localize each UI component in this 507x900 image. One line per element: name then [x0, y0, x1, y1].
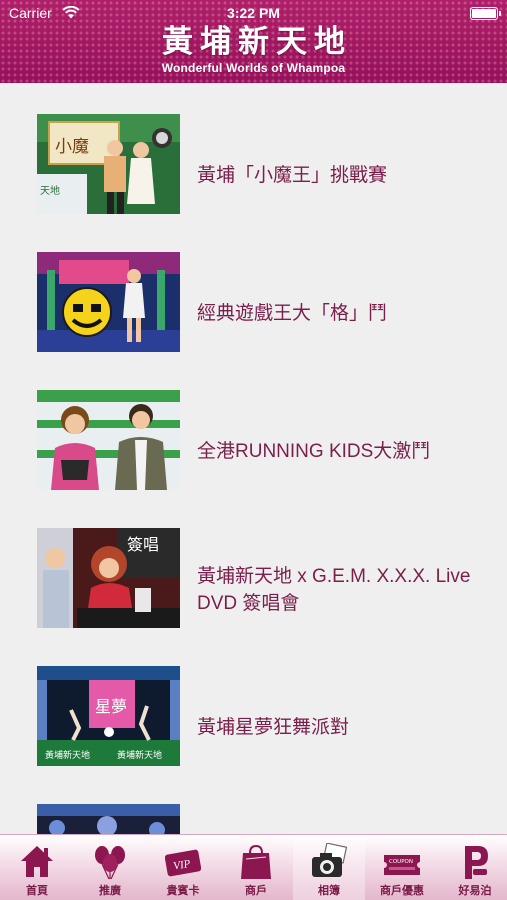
- event-list[interactable]: 小魔 天地 黃埔「小魔王」挑戰賽 經典遊戲王大「格」鬥 全港RUNNING KI…: [0, 83, 507, 834]
- coupon-icon: COUPON: [384, 855, 420, 875]
- battery-icon: [470, 7, 501, 20]
- home-icon: [21, 846, 53, 877]
- tab-label: 好易泊: [458, 885, 492, 897]
- event-item[interactable]: 經典遊戲王大「格」鬥: [0, 221, 507, 359]
- tab-bar: 首頁 推廣 VIP 貴賓卡 商戶 相簿 COUPON 商戶優惠 好易泊: [0, 834, 507, 900]
- tab-label: 商戶: [245, 885, 267, 897]
- tab-vip-card[interactable]: VIP 貴賓卡: [147, 835, 219, 900]
- tab-label: 首頁: [26, 885, 48, 897]
- event-title[interactable]: 全港RUNNING KIDS大激鬥: [197, 438, 487, 465]
- event-thumbnail[interactable]: [37, 252, 180, 352]
- svg-text:簽唱: 簽唱: [127, 535, 159, 554]
- event-item[interactable]: 小魔 天地 黃埔「小魔王」挑戰賽: [0, 83, 507, 221]
- event-item[interactable]: 星夢 黃埔新天地 黃埔新天地 黃埔星夢狂舞派對: [0, 635, 507, 773]
- shopping-bag-icon: [241, 844, 271, 879]
- svg-text:黃埔新天地: 黃埔新天地: [117, 749, 162, 761]
- brand-title: 黃埔新天地: [162, 24, 352, 60]
- tab-album[interactable]: 相簿: [293, 835, 365, 900]
- vip-card-icon: VIP: [165, 849, 201, 877]
- svg-text:小魔: 小魔: [55, 137, 89, 157]
- app-screen: Carrier 3:22 PM 黃埔新天地 Wonderful Worlds o…: [0, 0, 507, 900]
- brand-subtitle: Wonderful Worlds of Whampoa: [161, 61, 346, 75]
- event-thumbnail[interactable]: 星夢 黃埔新天地 黃埔新天地: [37, 666, 180, 766]
- event-title[interactable]: 經典遊戲王大「格」鬥: [197, 300, 487, 327]
- tab-label: 貴賓卡: [166, 885, 200, 897]
- camera-icon: [312, 843, 347, 877]
- event-item[interactable]: 全港RUNNING KIDS大激鬥: [0, 359, 507, 497]
- header-bar: Carrier 3:22 PM 黃埔新天地 Wonderful Worlds o…: [0, 0, 507, 83]
- tab-merchants[interactable]: 商戶: [220, 835, 292, 900]
- event-thumbnail[interactable]: [37, 390, 180, 490]
- tab-home[interactable]: 首頁: [1, 835, 73, 900]
- event-title[interactable]: 黃埔星夢狂舞派對: [197, 714, 487, 741]
- event-item[interactable]: [0, 773, 507, 834]
- tab-merchant-offers[interactable]: COUPON 商戶優惠: [366, 835, 438, 900]
- parking-icon: [465, 846, 488, 879]
- balloons-icon: [95, 846, 125, 880]
- svg-text:星夢: 星夢: [95, 697, 127, 716]
- event-thumbnail[interactable]: 小魔 天地: [37, 114, 180, 214]
- tab-promotions[interactable]: 推廣: [74, 835, 146, 900]
- status-time: 3:22 PM: [227, 5, 280, 21]
- tab-label: 商戶優惠: [380, 885, 424, 897]
- brand-logo: 黃埔新天地 Wonderful Worlds of Whampoa: [0, 24, 507, 75]
- tab-label: 推廣: [99, 885, 121, 897]
- svg-text:天地: 天地: [40, 184, 60, 197]
- event-item[interactable]: 簽唱 黃埔新天地 x G.E.M. X.X.X. Live DVD 簽唱會: [0, 497, 507, 635]
- svg-text:黃埔新天地: 黃埔新天地: [45, 749, 90, 761]
- tab-label: 相簿: [318, 885, 340, 897]
- tab-parking[interactable]: 好易泊: [439, 835, 507, 900]
- event-thumbnail[interactable]: 簽唱: [37, 528, 180, 628]
- svg-text:COUPON: COUPON: [389, 859, 413, 865]
- event-title[interactable]: 黃埔「小魔王」挑戰賽: [197, 162, 487, 189]
- event-title[interactable]: 黃埔新天地 x G.E.M. X.X.X. Live DVD 簽唱會: [197, 563, 487, 617]
- status-bar: Carrier 3:22 PM: [0, 0, 507, 26]
- event-thumbnail[interactable]: [37, 804, 180, 834]
